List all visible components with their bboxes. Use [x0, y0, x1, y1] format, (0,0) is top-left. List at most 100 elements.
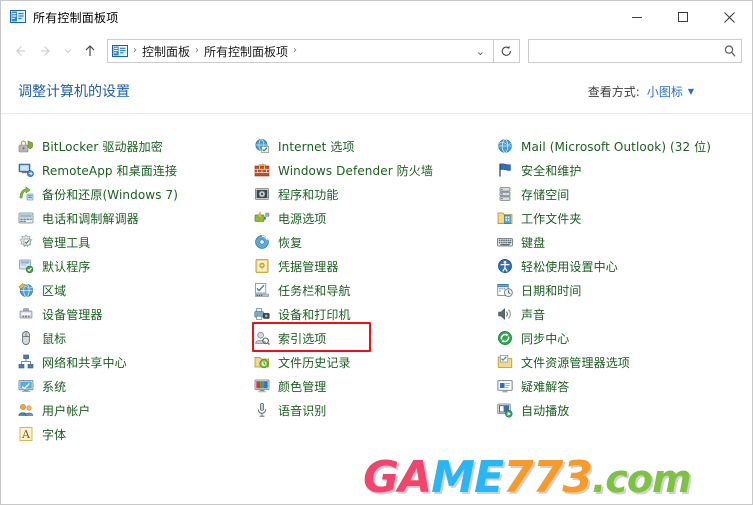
items-column-2: Internet 选项 Windows Defender 防火墙 程序和功能 电…: [254, 134, 497, 422]
cp-item-label: 鼠标: [42, 331, 67, 346]
cp-item-storage-spaces[interactable]: 存储空间: [497, 182, 747, 206]
date-time-icon: [497, 284, 513, 297]
cp-item-internet-options[interactable]: Internet 选项: [254, 134, 497, 158]
cp-item-taskbar-navigation[interactable]: 任务栏和导航: [254, 278, 497, 302]
recent-locations-button[interactable]: [59, 38, 77, 64]
mail-icon: [498, 139, 512, 153]
storage-spaces-icon: [499, 187, 511, 201]
credential-manager-icon: [255, 259, 269, 273]
recovery-icon: [255, 235, 269, 249]
cp-item-credential-manager[interactable]: 凭据管理器: [254, 254, 497, 278]
cp-item-color-management[interactable]: 颜色管理: [254, 374, 497, 398]
cp-item-ease-of-access[interactable]: 轻松使用设置中心: [497, 254, 747, 278]
cp-item-backup-restore[interactable]: 备份和还原(Windows 7): [18, 182, 254, 206]
search-box[interactable]: [528, 39, 742, 63]
cp-item-region[interactable]: 区域: [18, 278, 254, 302]
cp-item-date-time[interactable]: 日期和时间: [497, 278, 747, 302]
close-button[interactable]: [706, 1, 752, 33]
cp-item-devices-printers[interactable]: 设备和打印机: [254, 302, 497, 326]
admin-tools-icon: [19, 234, 33, 248]
cp-item-speech-recognition[interactable]: 语音识别: [254, 398, 497, 422]
cp-item-autoplay[interactable]: 自动播放: [497, 398, 747, 422]
cp-item-bitlocker[interactable]: BitLocker 驱动器加密: [18, 134, 254, 158]
address-bar[interactable]: › 控制面板 › 所有控制面板项 › ⌄: [107, 39, 494, 63]
cp-item-label: Internet 选项: [278, 139, 355, 154]
back-button[interactable]: [7, 38, 33, 64]
page-header: 调整计算机的设置 查看方式: 小图标 ▼: [1, 69, 752, 114]
cp-item-mail[interactable]: Mail (Microsoft Outlook) (32 位): [497, 134, 747, 158]
remoteapp-icon: [18, 163, 34, 177]
cp-item-security-maintenance[interactable]: 安全和维护: [497, 158, 747, 182]
color-management-icon: [254, 379, 270, 393]
forward-button[interactable]: [33, 38, 59, 64]
keyboard-icon: [497, 238, 513, 247]
cp-item-keyboard[interactable]: 键盘: [497, 230, 747, 254]
cp-item-file-history[interactable]: 文件历史记录: [254, 350, 497, 374]
page-title: 调整计算机的设置: [18, 84, 130, 100]
cp-item-label: 网络和共享中心: [42, 355, 127, 370]
watermark-part-4: .com: [591, 457, 692, 501]
cp-item-label: 语音识别: [278, 403, 327, 418]
maximize-button[interactable]: [660, 1, 706, 33]
cp-item-device-manager[interactable]: 设备管理器: [18, 302, 254, 326]
cp-item-label: BitLocker 驱动器加密: [42, 139, 163, 154]
security-maintenance-icon: [499, 163, 511, 177]
cp-item-label: 文件资源管理器选项: [521, 355, 630, 370]
cp-item-label: 设备和打印机: [278, 307, 351, 322]
breadcrumb-separator: ›: [195, 45, 200, 56]
breadcrumb-item-control-panel[interactable]: 控制面板: [140, 43, 192, 60]
cp-item-fonts[interactable]: A 字体: [18, 422, 254, 446]
cp-item-label: 存储空间: [521, 187, 570, 202]
cp-item-remoteapp[interactable]: RemoteApp 和桌面连接: [18, 158, 254, 182]
minimize-button[interactable]: [614, 1, 660, 33]
cp-item-firewall[interactable]: Windows Defender 防火墙: [254, 158, 497, 182]
watermark-logo: GAME773.com: [363, 456, 692, 501]
cp-item-troubleshooting[interactable]: 疑难解答: [497, 374, 747, 398]
watermark-part-2: ME: [431, 452, 504, 503]
cp-item-mouse[interactable]: 鼠标: [18, 326, 254, 350]
cp-item-work-folders[interactable]: 工作文件夹: [497, 206, 747, 230]
cp-item-recovery[interactable]: 恢复: [254, 230, 497, 254]
cp-item-label: 颜色管理: [278, 379, 327, 394]
cp-item-indexing-options[interactable]: 索引选项: [254, 326, 497, 350]
cp-item-label: 安全和维护: [521, 163, 582, 178]
cp-item-default-programs[interactable]: 默认程序: [18, 254, 254, 278]
cp-item-admin-tools[interactable]: 管理工具: [18, 230, 254, 254]
cp-item-label: 备份和还原(Windows 7): [42, 187, 178, 202]
view-mode-value[interactable]: 小图标: [647, 83, 683, 100]
cp-item-label: 自动播放: [521, 403, 570, 418]
cp-item-file-explorer-options[interactable]: 文件资源管理器选项: [497, 350, 747, 374]
cp-item-network-sharing[interactable]: 网络和共享中心: [18, 350, 254, 374]
speech-recognition-icon: [257, 402, 267, 417]
work-folders-icon: [497, 212, 513, 224]
chevron-down-icon[interactable]: ⌄: [472, 45, 493, 58]
search-icon[interactable]: [719, 44, 741, 58]
control-panel-window: 所有控制面板项 › 控制面板 › 所有控制面板项 › ⌄ 调整计算机的设置 查看…: [0, 0, 753, 505]
control-panel-items: BitLocker 驱动器加密 RemoteApp 和桌面连接 备份和还原(Wi…: [1, 114, 752, 486]
cp-item-user-accounts[interactable]: 用户帐户: [18, 398, 254, 422]
breadcrumb-separator[interactable]: ›: [290, 46, 300, 56]
cp-item-label: 工作文件夹: [521, 211, 582, 226]
cp-item-label: 电话和调制解调器: [42, 211, 139, 226]
chevron-down-icon[interactable]: ▼: [688, 87, 694, 96]
breadcrumb-item-all-items[interactable]: 所有控制面板项: [202, 43, 290, 60]
cp-item-power-options[interactable]: 电源选项: [254, 206, 497, 230]
firewall-icon: [254, 163, 270, 177]
watermark-part-1: GA: [363, 452, 432, 503]
cp-item-system[interactable]: 系统: [18, 374, 254, 398]
cp-item-phone-modem[interactable]: 电话和调制解调器: [18, 206, 254, 230]
cp-item-label: 用户帐户: [42, 403, 91, 418]
view-mode-selector[interactable]: 查看方式: 小图标 ▼: [588, 83, 694, 100]
cp-item-programs-features[interactable]: 程序和功能: [254, 182, 497, 206]
cp-item-sync-center[interactable]: 同步中心: [497, 326, 747, 350]
refresh-button[interactable]: [494, 39, 520, 63]
file-history-icon: [254, 357, 269, 369]
bitlocker-icon: [18, 140, 33, 153]
window-title: 所有控制面板项: [33, 10, 119, 25]
cp-item-sound[interactable]: 声音: [497, 302, 747, 326]
system-icon: [18, 380, 34, 392]
search-input[interactable]: [529, 41, 719, 61]
cp-item-label: Windows Defender 防火墙: [278, 163, 433, 178]
up-button[interactable]: [77, 38, 103, 64]
device-manager-icon: [19, 308, 33, 319]
